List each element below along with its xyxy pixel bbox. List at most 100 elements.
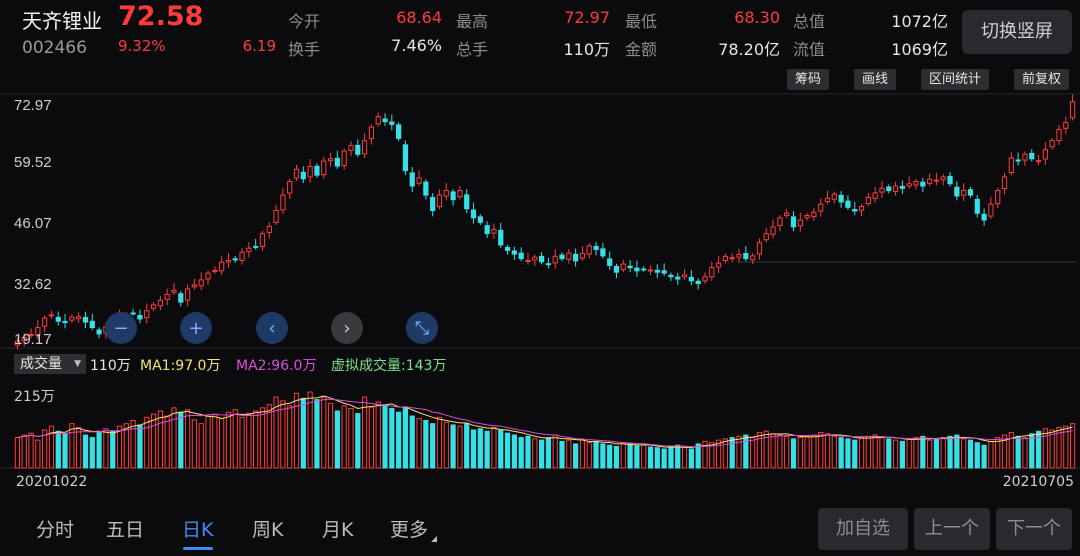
candle-body — [273, 210, 279, 223]
quote-label-volume: 总手 — [456, 40, 489, 59]
candle-body — [845, 200, 851, 208]
volume-bar — [1042, 428, 1048, 469]
forward-adjust-button[interactable]: 前复权 — [1014, 69, 1070, 90]
candle-body — [961, 190, 967, 196]
candle-body — [498, 229, 504, 246]
candle-body — [702, 276, 708, 282]
candle-body — [307, 166, 313, 178]
volume-bar — [961, 438, 967, 469]
chevron-right-icon[interactable]: › — [331, 312, 363, 344]
volume-bar — [995, 437, 1001, 469]
tab-more[interactable]: 更多 — [390, 515, 428, 542]
volume-bar — [743, 434, 749, 469]
candle-body — [790, 216, 797, 228]
candle-body — [743, 253, 749, 260]
previous-button[interactable]: 上一个 — [914, 508, 990, 550]
tab-daily-k[interactable]: 日K — [182, 515, 213, 542]
candle-body — [225, 259, 232, 263]
candle-body — [259, 233, 266, 247]
kline-chart[interactable]: 72.97 59.52 46.07 32.62 19.17 — [0, 92, 1080, 510]
quote-label-high: 最高 — [456, 12, 489, 31]
candle-body — [69, 316, 75, 321]
y-tick-label: 46.07 — [14, 215, 52, 232]
add-watchlist-button[interactable]: 加自选 — [818, 508, 908, 550]
candle-body — [920, 181, 926, 187]
current-price: 72.58 — [118, 1, 204, 32]
volume-bar — [552, 434, 558, 469]
volume-bar — [865, 435, 871, 469]
candle-body — [491, 229, 497, 234]
candle-body — [239, 251, 245, 261]
draw-line-button[interactable]: 画线 — [854, 69, 897, 90]
candle-body — [470, 209, 477, 219]
volume-bar — [899, 440, 906, 469]
candle-body — [886, 186, 892, 192]
volume-bar — [402, 407, 409, 469]
tab-five-day[interactable]: 五日 — [106, 515, 144, 542]
volume-bar — [511, 434, 517, 469]
candle-body — [831, 193, 837, 200]
candle-body — [389, 121, 395, 125]
stock-name: 天齐锂业 — [22, 9, 102, 33]
candle-body — [838, 194, 844, 203]
candle-body — [1069, 101, 1076, 119]
candle-body — [42, 317, 48, 327]
tab-minute[interactable]: 分时 — [36, 515, 74, 542]
collapse-icon[interactable]: ⤡ — [406, 312, 438, 344]
volume-bar — [824, 433, 831, 469]
volume-bar — [790, 438, 797, 469]
candle-body — [600, 248, 606, 257]
chevron-left-icon[interactable]: ‹ — [256, 312, 288, 344]
volume-bar — [76, 426, 82, 469]
candle-body — [967, 189, 974, 196]
range-stats-button[interactable]: 区间统计 — [921, 69, 990, 90]
volume-bar — [634, 445, 640, 469]
volume-bar — [872, 434, 878, 469]
volume-bar — [498, 429, 504, 469]
candle-body — [409, 172, 415, 187]
candle-body — [811, 211, 817, 218]
volume-bar — [266, 404, 272, 469]
tab-monthly-k[interactable]: 月K — [322, 515, 353, 542]
volume-bar — [695, 443, 701, 469]
candle-body — [559, 254, 565, 260]
volume-bar — [239, 416, 245, 469]
candle-body — [164, 293, 170, 300]
volume-bar — [144, 416, 150, 469]
volume-bar — [280, 400, 286, 469]
tab-weekly-k[interactable]: 周K — [252, 515, 283, 542]
candle-body — [634, 267, 640, 272]
quote-label-turnover: 换手 — [288, 40, 321, 59]
volume-bar — [327, 402, 334, 469]
switch-portrait-button[interactable]: 切换竖屏 — [962, 10, 1072, 54]
volume-bar — [967, 439, 974, 469]
volume-bar — [838, 437, 844, 469]
volume-bar — [382, 404, 388, 469]
volume-bar — [940, 437, 946, 469]
candle-body — [899, 185, 906, 189]
volume-bar — [232, 409, 238, 469]
volume-bar — [89, 437, 95, 469]
candle-body — [852, 208, 858, 212]
quote-value-total-value: 1072亿 — [891, 12, 948, 31]
indicator-select[interactable]: 成交量 ▼ — [14, 354, 86, 374]
zoom-out-icon[interactable]: − — [105, 312, 137, 344]
quote-value-high: 72.97 — [564, 8, 610, 27]
indicator-ma1: MA1:97.0万 — [140, 358, 221, 374]
volume-bar — [722, 438, 729, 469]
volume-bar — [35, 439, 41, 469]
volume-bar — [130, 420, 136, 469]
chips-button[interactable]: 筹码 — [787, 69, 830, 90]
volume-bar — [620, 442, 626, 469]
indicator-volume: 110万 — [90, 358, 131, 374]
quote-value-low: 68.30 — [734, 8, 780, 27]
volume-bar — [586, 442, 592, 469]
stock-code: 002466 — [22, 38, 87, 58]
zoom-in-icon[interactable]: + — [180, 312, 212, 344]
volume-bar — [879, 437, 885, 469]
candle-body — [457, 190, 463, 198]
volume-bar — [777, 434, 783, 469]
volume-bar — [1015, 435, 1021, 469]
candle-body — [144, 310, 150, 319]
next-button[interactable]: 下一个 — [996, 508, 1072, 550]
